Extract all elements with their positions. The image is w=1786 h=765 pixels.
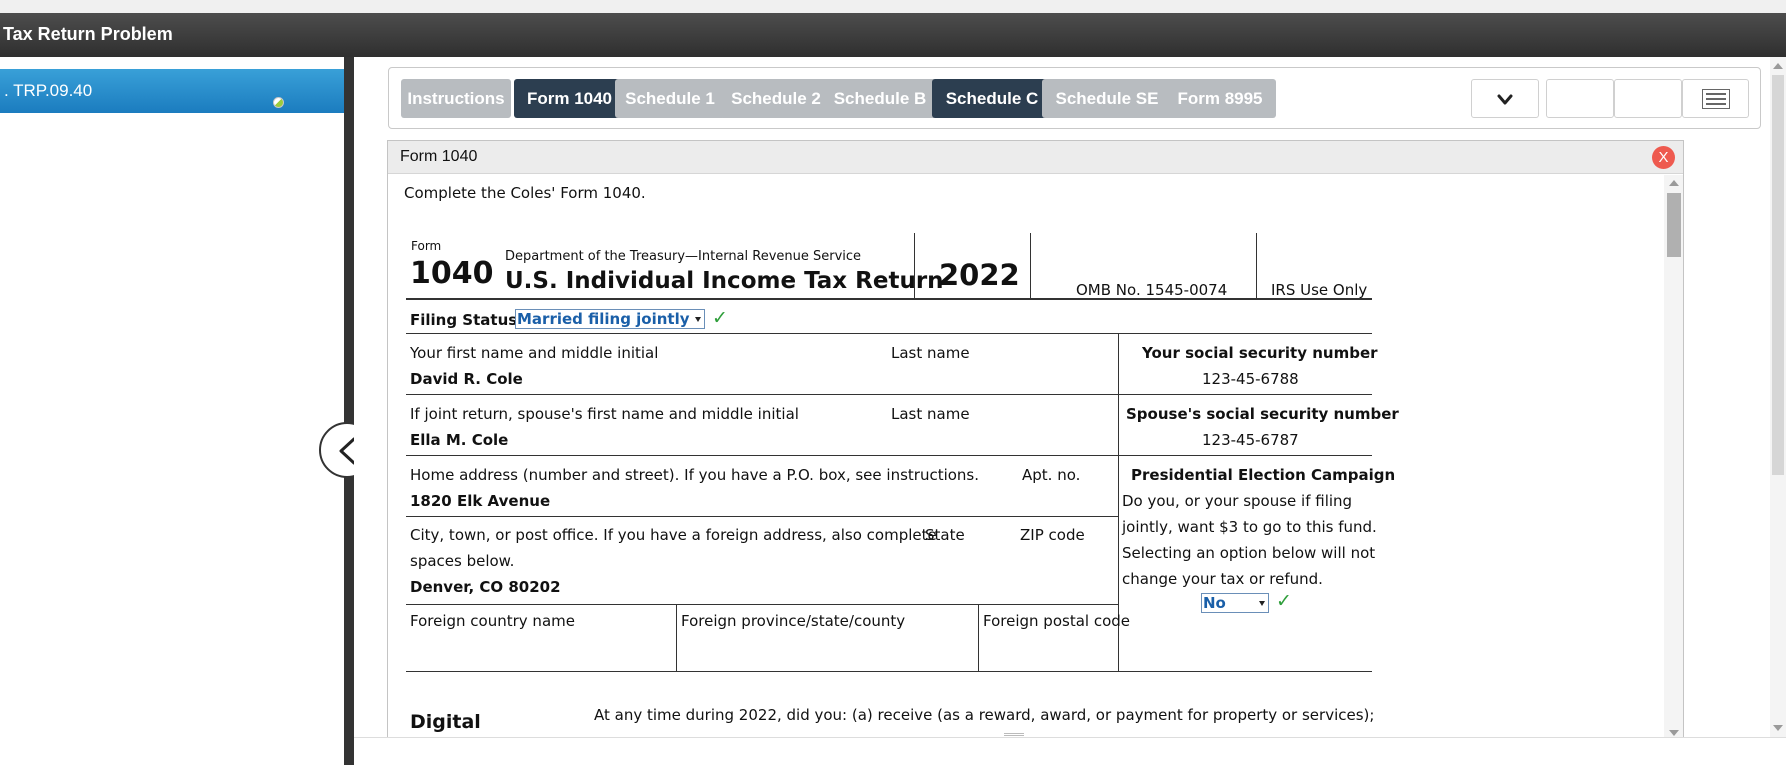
city-state-zip: Denver, CO 80202 [410,578,561,596]
presidential-select[interactable]: No [1201,593,1269,613]
scroll-down-icon [1669,730,1679,736]
chevron-down-icon [695,317,701,322]
row-rule [406,516,1118,517]
tab-bar: Instructions Form 1040 Schedule 1 Schedu… [388,67,1761,129]
bottom-bar [354,737,1786,765]
spouse-last-name-label: Last name [891,405,970,423]
panel-title: Form 1040 [400,148,478,165]
scroll-down-icon [1773,725,1783,731]
scroll-up-icon [1669,180,1679,186]
foreign-province-label: Foreign province/state/county [681,612,906,630]
presidential-value: No [1203,594,1226,612]
form-scrollbar[interactable] [1664,175,1683,741]
page-scrollbar[interactable] [1770,57,1786,737]
tab-schedule-c[interactable]: Schedule C [932,79,1052,118]
presidential-text-1: Do you, or your spouse if filing [1122,492,1353,510]
state-label: State [925,526,965,544]
resize-grip-icon[interactable] [1004,733,1024,736]
app-title: Tax Return Problem [3,24,173,44]
home-address-label: Home address (number and street). If you… [410,466,980,484]
spouse-first-name-label: If joint return, spouse's first name and… [410,405,799,423]
sidebar-item-label: . TRP.09.40 [4,81,93,100]
tab-instructions[interactable]: Instructions [401,79,511,118]
menu-button[interactable] [1682,79,1749,118]
row-rule [406,455,1372,456]
form-number: 1040 [410,256,494,291]
form-title: U.S. Individual Income Tax Return [505,268,944,294]
cell-divider [676,604,677,671]
tab-schedule-1[interactable]: Schedule 1 [615,79,725,118]
digital-assets-question: At any time during 2022, did you: (a) re… [594,706,1375,724]
tab-schedule-2[interactable]: Schedule 2 [720,79,832,118]
taxpayer-ssn: 123-45-6788 [1202,370,1299,388]
foreign-postal-label: Foreign postal code [983,612,1130,630]
scroll-thumb[interactable] [1772,75,1784,475]
irs-use-only: IRS Use Only [1271,281,1368,299]
tab-form-8995[interactable]: Form 8995 [1164,79,1276,118]
first-name-label: Your first name and middle initial [410,344,659,362]
progress-status-icon [273,97,284,108]
form-panel: Form 1040 X Complete the Coles' Form 104… [387,140,1684,742]
tab-schedule-b[interactable]: Schedule B [824,79,936,118]
form-year: 2022 [939,258,1020,292]
instruction-text: Complete the Coles' Form 1040. [404,184,646,202]
column-divider [1118,333,1119,631]
form-agency: Department of the Treasury—Internal Reve… [505,249,862,264]
row-rule [406,333,1372,334]
omb-number: OMB No. 1545-0074 [1076,281,1228,299]
toolbar-button-2[interactable] [1614,79,1682,118]
last-name-label: Last name [891,344,970,362]
spouse-name: Ella M. Cole [410,431,509,449]
spouse-ssn-label: Spouse's social security number [1126,405,1399,423]
check-icon: ✓ [712,307,728,329]
title-bar: Tax Return Problem [0,13,1786,57]
panel-header: Form 1040 X [388,141,1683,174]
header-divider [1256,233,1257,298]
sidebar-item-trp-09-40[interactable]: . TRP.09.40 [0,69,344,113]
filing-status-label: Filing Status [410,311,518,329]
row-rule [406,604,1118,605]
city-label: City, town, or post office. If you have … [410,526,937,544]
form-label: Form [411,239,442,253]
presidential-text-2: jointly, want $3 to go to this fund. [1122,518,1377,536]
sidebar-divider[interactable] [344,57,354,765]
tab-form-1040[interactable]: Form 1040 [514,79,625,118]
ssn-label: Your social security number [1142,344,1378,362]
sidebar: . TRP.09.40 [0,57,344,765]
scroll-up-icon [1773,63,1783,69]
close-panel-button[interactable]: X [1652,146,1675,169]
check-icon: ✓ [1276,590,1292,612]
presidential-title: Presidential Election Campaign [1131,466,1396,484]
foreign-country-label: Foreign country name [410,612,575,630]
header-divider [1030,233,1031,298]
taxpayer-name: David R. Cole [410,370,523,388]
row-rule [406,394,1372,395]
chevron-down-icon [1259,601,1265,606]
chevron-down-icon [1497,94,1513,105]
row-rule [406,671,1372,672]
header-rule [406,298,1372,300]
city-label-continued: spaces below. [410,552,515,570]
apt-label: Apt. no. [1022,466,1081,484]
dropdown-button[interactable] [1471,79,1539,118]
main-content: Instructions Form 1040 Schedule 1 Schedu… [354,57,1786,765]
home-address: 1820 Elk Avenue [410,492,551,510]
filing-status-value: Married filing jointly [517,310,690,328]
filing-status-select[interactable]: Married filing jointly [515,309,705,329]
scroll-thumb[interactable] [1667,193,1681,257]
tab-schedule-se[interactable]: Schedule SE [1042,79,1172,118]
hamburger-menu-icon [1702,89,1730,109]
digital-assets-label: Digital [410,711,481,733]
toolbar-button-1[interactable] [1546,79,1614,118]
presidential-text-3: Selecting an option below will not [1122,544,1376,562]
spouse-ssn: 123-45-6787 [1202,431,1299,449]
top-strip [0,0,1786,13]
header-divider [914,233,915,298]
cell-divider [978,604,979,671]
zip-label: ZIP code [1020,526,1085,544]
presidential-text-4: change your tax or refund. [1122,570,1323,588]
